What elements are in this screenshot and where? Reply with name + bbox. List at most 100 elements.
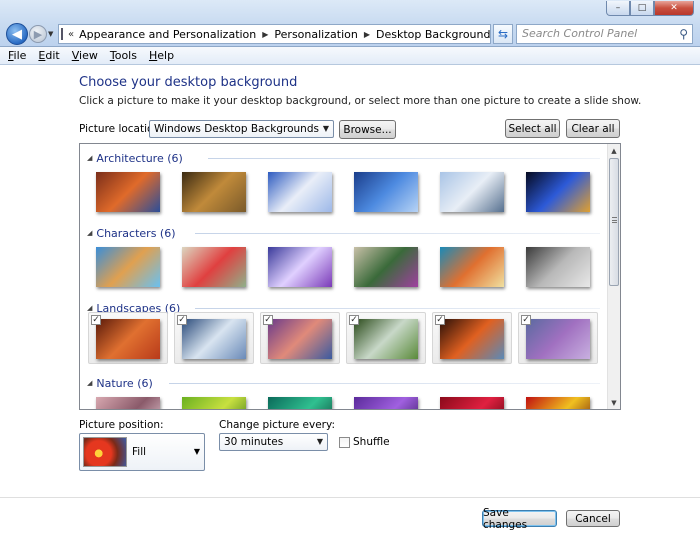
page-title: Choose your desktop background <box>79 75 298 90</box>
wallpaper-image <box>354 319 418 359</box>
collapse-icon[interactable]: ◢ <box>87 154 92 162</box>
wallpaper-thumbnail[interactable] <box>526 172 590 212</box>
wallpaper-thumbnail[interactable] <box>96 397 160 409</box>
search-icon[interactable]: ⚲ <box>679 27 688 41</box>
select-checkbox[interactable]: ✓ <box>521 315 531 325</box>
change-picture-label: Change picture every: <box>219 419 335 431</box>
breadcrumb-separator-icon[interactable]: ▶ <box>262 30 268 39</box>
wallpaper-thumbnail[interactable]: ✓ <box>432 312 512 364</box>
select-checkbox[interactable]: ✓ <box>91 315 101 325</box>
window-title-bar: – □ ✕ ◀ ▶ ▼ « Appearance and Personaliza… <box>0 0 700 47</box>
wallpaper-thumbnail[interactable] <box>526 397 590 409</box>
wallpaper-image <box>440 319 504 359</box>
position-preview-image <box>83 437 127 467</box>
chevron-down-icon: ▼ <box>322 124 329 133</box>
wallpaper-thumbnail[interactable]: ✓ <box>518 312 598 364</box>
group-header[interactable]: ◢ Characters (6) <box>87 226 176 240</box>
shuffle-label: Shuffle <box>353 436 390 448</box>
wallpaper-image <box>96 319 160 359</box>
group-divider <box>208 158 600 159</box>
group-label: Characters (6) <box>96 226 176 240</box>
select-checkbox[interactable]: ✓ <box>435 315 445 325</box>
wallpaper-thumbnail[interactable] <box>268 172 332 212</box>
wallpaper-thumbnail[interactable] <box>182 397 246 409</box>
select-checkbox[interactable]: ✓ <box>349 315 359 325</box>
wallpaper-thumbnail[interactable] <box>354 247 418 287</box>
maximize-button[interactable]: □ <box>630 1 654 16</box>
address-bar[interactable]: « Appearance and Personalization ▶ Perso… <box>58 24 501 44</box>
arrow-right-icon: ▶ <box>33 27 43 41</box>
picture-location-select[interactable]: Windows Desktop Backgrounds ▼ <box>149 120 334 138</box>
clear-all-button[interactable]: Clear all <box>566 119 620 138</box>
wallpaper-thumbnail[interactable] <box>440 247 504 287</box>
wallpaper-thumbnail[interactable] <box>96 172 160 212</box>
picture-position-label: Picture position: <box>79 419 164 431</box>
change-interval-select[interactable]: 30 minutes ▼ <box>219 433 328 451</box>
breadcrumb-appearance[interactable]: Appearance and Personalization <box>79 28 256 41</box>
wallpaper-thumbnail[interactable] <box>182 172 246 212</box>
wallpaper-thumbnail[interactable] <box>440 397 504 409</box>
back-button[interactable]: ◀ <box>6 23 28 45</box>
collapse-icon[interactable]: ◢ <box>87 304 92 312</box>
collapse-icon[interactable]: ◢ <box>87 229 92 237</box>
collapse-icon[interactable]: ◢ <box>87 379 92 387</box>
checkbox-box[interactable] <box>339 436 350 448</box>
window-controls: – □ ✕ <box>606 1 694 16</box>
wallpaper-thumbnail[interactable] <box>268 397 332 409</box>
wallpaper-thumbnail[interactable] <box>440 172 504 212</box>
breadcrumb-overflow[interactable]: « <box>68 29 74 40</box>
menu-tools[interactable]: Tools <box>110 49 137 62</box>
search-placeholder: Search Control Panel <box>522 27 638 40</box>
scroll-up-icon[interactable]: ▲ <box>608 144 620 157</box>
minimize-button[interactable]: – <box>606 1 630 16</box>
picture-position-value: Fill <box>132 446 147 458</box>
picture-location-value: Windows Desktop Backgrounds <box>154 123 319 135</box>
group-header[interactable]: ◢ Nature (6) <box>87 376 153 390</box>
main-content: Choose your desktop background Click a p… <box>0 66 700 543</box>
arrow-left-icon: ◀ <box>12 26 22 42</box>
chevron-down-icon: ▼ <box>193 447 200 456</box>
forward-button[interactable]: ▶ <box>29 25 47 43</box>
wallpaper-thumbnail[interactable] <box>354 397 418 409</box>
wallpaper-thumbnail[interactable]: ✓ <box>174 312 254 364</box>
select-all-button[interactable]: Select all <box>505 119 560 138</box>
breadcrumb-personalization[interactable]: Personalization <box>274 28 357 41</box>
group-label: Architecture (6) <box>96 151 183 165</box>
wallpaper-image <box>526 319 590 359</box>
close-button[interactable]: ✕ <box>654 1 694 16</box>
menu-file[interactable]: File <box>8 49 26 62</box>
save-changes-button[interactable]: Save changes <box>482 507 557 531</box>
breadcrumb-separator-icon[interactable]: ▶ <box>364 30 370 39</box>
wallpaper-thumbnail[interactable] <box>96 247 160 287</box>
picture-gallery[interactable]: ▲ ▼ ◢ Architecture (6) ◢ Characters (6) ◢ Lan… <box>79 143 621 410</box>
vertical-scrollbar[interactable]: ▲ ▼ <box>607 144 620 409</box>
picture-position-select[interactable]: Fill ▼ <box>79 433 205 471</box>
wallpaper-thumbnail[interactable] <box>182 247 246 287</box>
group-divider <box>195 308 600 309</box>
refresh-icon: ⇆ <box>497 27 509 41</box>
refresh-button[interactable]: ⇆ <box>493 24 513 44</box>
page-subtitle: Click a picture to make it your desktop … <box>79 95 642 107</box>
menu-help[interactable]: Help <box>149 49 174 62</box>
wallpaper-thumbnail[interactable] <box>268 247 332 287</box>
menu-view[interactable]: View <box>72 49 98 62</box>
breadcrumb-desktop-background[interactable]: Desktop Background <box>376 28 491 41</box>
history-dropdown-icon[interactable]: ▼ <box>48 30 53 38</box>
wallpaper-thumbnail[interactable] <box>526 247 590 287</box>
footer-divider <box>0 497 700 498</box>
select-checkbox[interactable]: ✓ <box>263 315 273 325</box>
wallpaper-thumbnail[interactable] <box>354 172 418 212</box>
scrollbar-thumb[interactable] <box>609 158 619 286</box>
wallpaper-thumbnail[interactable]: ✓ <box>260 312 340 364</box>
wallpaper-thumbnail[interactable]: ✓ <box>88 312 168 364</box>
scroll-down-icon[interactable]: ▼ <box>608 396 620 409</box>
search-input[interactable]: Search Control Panel ⚲ <box>516 24 693 44</box>
cancel-button[interactable]: Cancel <box>566 510 620 527</box>
select-checkbox[interactable]: ✓ <box>177 315 187 325</box>
group-header[interactable]: ◢ Architecture (6) <box>87 151 183 165</box>
shuffle-checkbox[interactable]: Shuffle <box>339 436 390 448</box>
browse-button[interactable]: Browse... <box>339 120 396 139</box>
control-panel-icon <box>61 28 63 40</box>
wallpaper-thumbnail[interactable]: ✓ <box>346 312 426 364</box>
menu-edit[interactable]: Edit <box>38 49 59 62</box>
